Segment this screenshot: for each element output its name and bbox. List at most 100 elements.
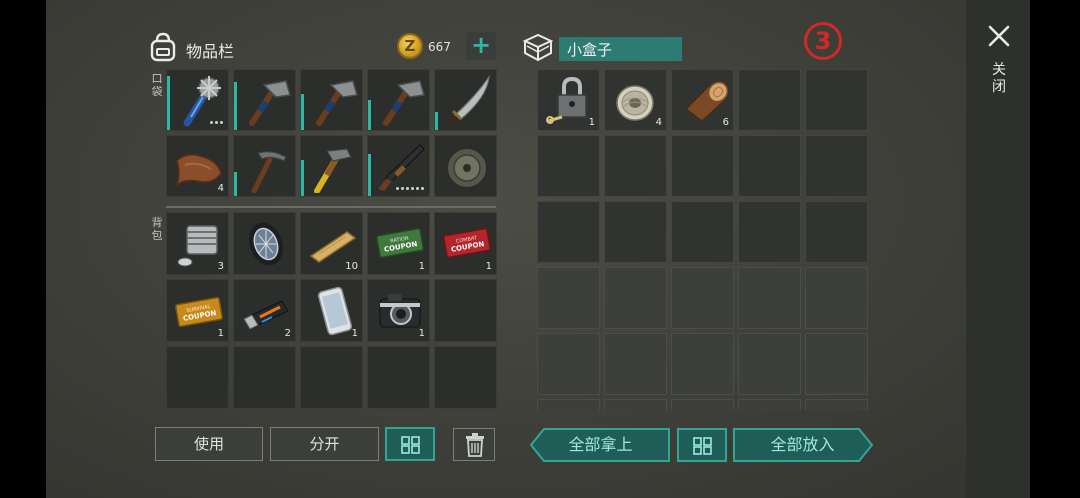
container-slot[interactable] (805, 69, 868, 131)
durability-bar (435, 112, 438, 130)
backpack-slot[interactable] (300, 346, 363, 409)
container-slot[interactable] (671, 201, 734, 263)
backpack-slot[interactable] (233, 346, 296, 409)
step-badge: 3 (804, 22, 842, 60)
locked-slot (671, 267, 734, 329)
backpack-slot[interactable] (233, 212, 296, 275)
ammo-dots (210, 121, 223, 124)
durability-bar (234, 82, 237, 130)
item-quantity: 6 (722, 117, 729, 128)
backpack-slot[interactable] (434, 279, 497, 342)
container-slot[interactable]: 6 (671, 69, 734, 131)
take-all-button[interactable]: 全部拿上 (530, 428, 671, 462)
locked-slot (805, 333, 868, 395)
container-slot[interactable] (604, 201, 667, 263)
locked-slot (671, 333, 734, 395)
sort-button[interactable] (385, 427, 435, 461)
backpack-slot[interactable] (434, 346, 497, 409)
pocket-slot[interactable] (434, 135, 497, 197)
locked-slot (604, 399, 667, 410)
item-quantity: 1 (588, 117, 595, 128)
put-all-label: 全部放入 (770, 435, 835, 454)
durability-bar (368, 154, 371, 196)
container-slot[interactable] (738, 201, 801, 263)
locked-slot (738, 267, 801, 329)
close-icon[interactable] (987, 24, 1011, 48)
put-all-button[interactable]: 全部放入 (732, 428, 873, 462)
backpack-slot[interactable]: 2 (233, 279, 296, 342)
pocket-grid: 4 (166, 69, 497, 197)
inventory-title: 物品栏 (186, 42, 235, 61)
use-button[interactable]: 使用 (155, 427, 263, 461)
backpack-slot[interactable] (166, 346, 229, 409)
container-slot[interactable] (805, 135, 868, 197)
locked-slot (805, 399, 868, 410)
container-slot[interactable] (671, 135, 734, 197)
pocket-slot[interactable] (233, 135, 296, 197)
container-slot[interactable] (537, 135, 600, 197)
grid-sort-icon (693, 437, 712, 455)
backpack-slot[interactable] (367, 346, 430, 409)
ammo-dots (396, 187, 424, 190)
item-quantity: 4 (655, 117, 662, 128)
add-coins-button[interactable]: + (466, 32, 496, 60)
grid-sort-icon (401, 436, 420, 454)
item-quantity: 1 (418, 328, 425, 339)
pocket-slot[interactable] (367, 135, 430, 197)
container-slot[interactable]: 1 (537, 69, 600, 131)
locked-slot (537, 267, 600, 329)
locked-slot (738, 333, 801, 395)
backpack-slot[interactable]: SURVIVAL COUPON 1 (166, 279, 229, 342)
container-slot[interactable] (738, 135, 801, 197)
durability-bar (301, 160, 304, 196)
pocket-slot[interactable] (367, 69, 430, 131)
item-quantity: 3 (217, 261, 224, 272)
backpack-slot[interactable]: 3 (166, 212, 229, 275)
durability-bar (167, 76, 170, 130)
hatchet-icon (316, 80, 358, 126)
disc-icon (446, 147, 488, 189)
spiked-club-icon (183, 76, 221, 127)
locked-slot (805, 267, 868, 329)
section-divider (166, 206, 496, 208)
backpack-slot[interactable]: 1 (300, 279, 363, 342)
item-quantity: 10 (345, 261, 358, 272)
pocket-slot[interactable] (434, 69, 497, 131)
split-button[interactable]: 分开 (270, 427, 379, 461)
hammer-icon (314, 148, 352, 193)
locked-slot (738, 399, 801, 410)
container-grid: 1 4 6 (537, 69, 868, 410)
backpack-slot[interactable]: RATION COUPON 1 (367, 212, 430, 275)
trash-icon (466, 433, 484, 457)
container-slot[interactable] (738, 69, 801, 131)
container-slot[interactable] (537, 201, 600, 263)
container-slot[interactable]: 4 (604, 69, 667, 131)
durability-bar (234, 172, 237, 196)
close-label[interactable]: 关闭 (990, 62, 1008, 96)
backpack-icon (150, 32, 176, 62)
container-slot[interactable] (805, 201, 868, 263)
hatchet-icon (249, 80, 291, 126)
backpack-slot[interactable]: 1 (367, 279, 430, 342)
machete-icon (446, 75, 490, 126)
backpack-grid: 3 10 RATION COUPON 1 COMBAT COUPON 1 SUR… (166, 212, 497, 409)
pocket-slot[interactable] (233, 69, 296, 131)
backpack-slot[interactable]: COMBAT COUPON 1 (434, 212, 497, 275)
container-title: 小盒子 (567, 41, 613, 59)
durability-bar (301, 94, 304, 130)
pocket-slot[interactable] (300, 135, 363, 197)
pocket-slot[interactable] (300, 69, 363, 131)
locked-slot (671, 399, 734, 410)
backpack-slot[interactable]: 10 (300, 212, 363, 275)
shotgun-icon (378, 144, 425, 191)
pickaxe-icon (251, 151, 287, 193)
item-quantity: 1 (418, 261, 425, 272)
delete-button[interactable] (453, 428, 495, 461)
container-slot[interactable] (604, 135, 667, 197)
pocket-slot[interactable]: 4 (166, 135, 229, 197)
container-sort-button[interactable] (677, 428, 727, 462)
box-icon (522, 33, 554, 62)
item-quantity: 1 (351, 328, 358, 339)
pocket-slot[interactable] (166, 69, 229, 131)
take-all-label: 全部拿上 (568, 435, 633, 454)
